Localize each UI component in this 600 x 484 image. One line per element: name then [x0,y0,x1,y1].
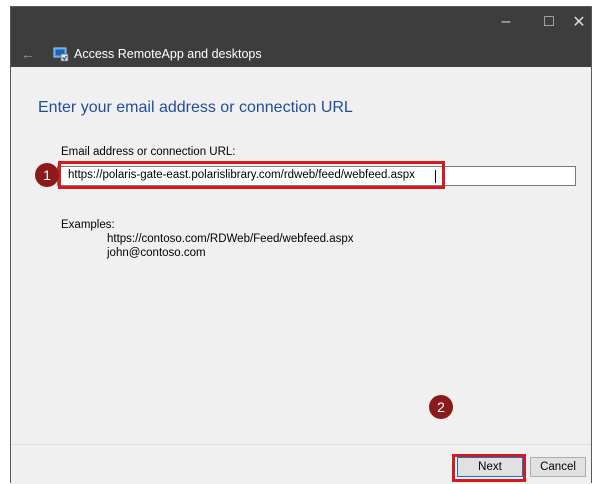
example-email: john@contoso.com [107,247,206,259]
main-content: Enter your email address or connection U… [11,67,591,444]
maximize-icon[interactable]: □ [536,11,562,33]
examples-label: Examples: [61,219,115,231]
window-title: Access RemoteApp and desktops [74,47,262,61]
step-badge-1: 1 [35,163,59,187]
back-arrow-icon[interactable]: ← [21,47,35,61]
url-field-label: Email address or connection URL: [61,146,236,158]
close-icon[interactable]: ✕ [566,11,592,33]
title-bar: – □ ✕ ← Access RemoteApp and desktops [11,7,591,67]
example-url: https://contoso.com/RDWeb/Feed/webfeed.a… [107,233,354,245]
step-badge-2: 2 [429,395,453,419]
remoteapp-icon [53,46,69,62]
url-highlight-box [58,161,445,189]
cancel-button[interactable]: Cancel [530,457,586,477]
remoteapp-window: – □ ✕ ← Access RemoteApp and desktops En… [10,6,592,484]
page-heading: Enter your email address or connection U… [38,99,353,116]
minimize-icon[interactable]: – [493,11,519,33]
next-highlight-box [452,454,526,482]
